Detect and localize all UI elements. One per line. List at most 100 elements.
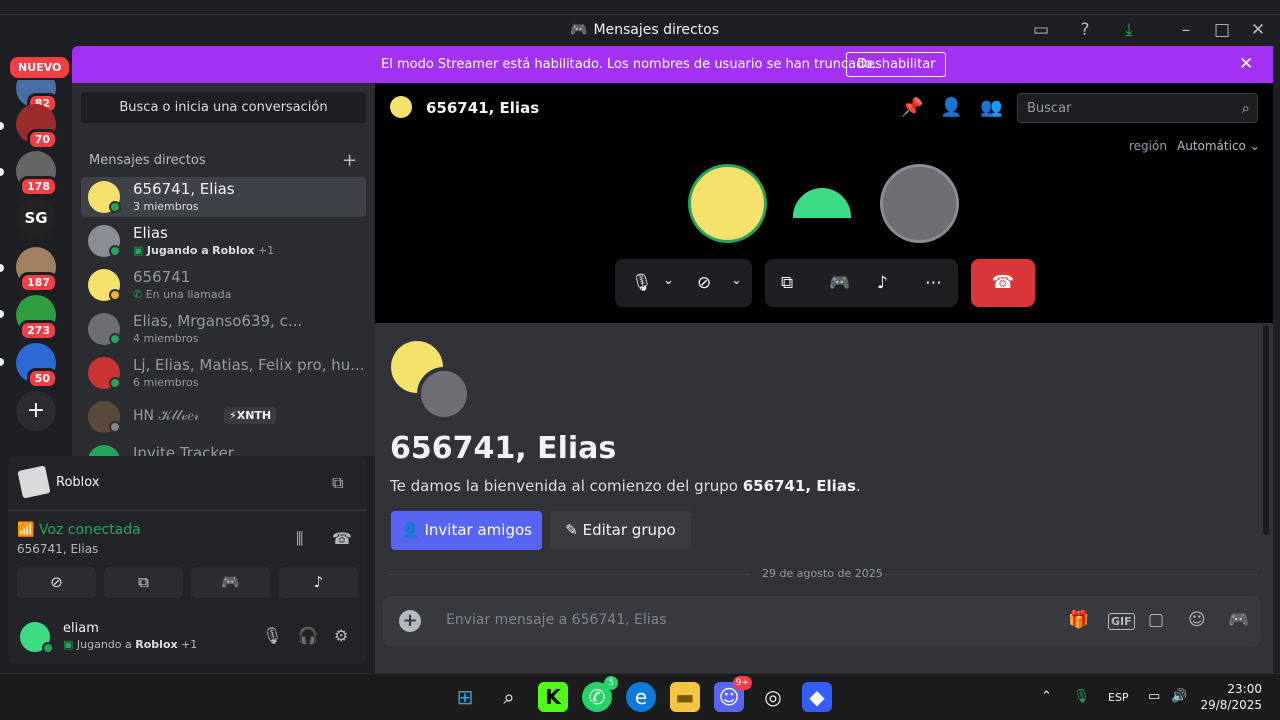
noise-suppression-icon[interactable]: ⫼: [296, 529, 303, 549]
unread-pill: [0, 168, 4, 176]
edit-group-button[interactable]: ✎ Editar grupo: [550, 511, 691, 550]
file-explorer-icon[interactable]: ▬: [670, 682, 700, 712]
dm-header: Mensajes directos: [89, 153, 206, 168]
signal-icon: 📶: [17, 522, 39, 538]
avatar: [88, 445, 120, 456]
online-status-icon: [109, 245, 121, 257]
server-icon[interactable]: 187: [16, 247, 58, 293]
close-window-icon[interactable]: ✕: [1247, 20, 1269, 42]
dm-item[interactable]: Lj, Elias, Matias, Felix pro, hu... 6 mi…: [81, 353, 366, 393]
volume-icon[interactable]: 🔊: [1171, 689, 1187, 704]
screen-record-icon[interactable]: ▭: [1030, 20, 1052, 42]
microphone-icon[interactable]: 🎙: [262, 626, 282, 645]
share-screen-icon[interactable]: ⧉: [781, 273, 793, 293]
server-icon[interactable]: 70: [16, 104, 58, 150]
group-avatar: [417, 367, 471, 421]
region-label: región: [1129, 139, 1167, 153]
voice-status[interactable]: 📶 Voz conectada: [17, 522, 141, 538]
camera-off-icon[interactable]: ⊘: [697, 273, 711, 293]
emoji-icon[interactable]: ☺: [1188, 610, 1206, 630]
obs-icon[interactable]: ◎: [758, 682, 788, 712]
members-icon[interactable]: 👥: [980, 97, 1002, 118]
add-server-icon[interactable]: +: [16, 391, 56, 431]
find-conversation-button[interactable]: Busca o inicia una conversación: [81, 92, 366, 123]
share-screen-button[interactable]: ⧉: [104, 567, 183, 598]
minimize-icon[interactable]: –: [1175, 20, 1197, 42]
whatsapp-icon[interactable]: ✆ 5: [582, 676, 618, 712]
roblox-icon[interactable]: ◆: [802, 682, 832, 712]
add-friends-icon[interactable]: 👤: [940, 97, 962, 118]
participant-avatar[interactable]: [785, 164, 864, 243]
language-indicator[interactable]: ESP: [1108, 691, 1129, 704]
participant-avatar[interactable]: [880, 164, 959, 243]
server-icon[interactable]: SG: [16, 198, 56, 238]
message-composer: + Enviar mensaje a 656741, Elias 🎁 GIF ▢…: [383, 596, 1261, 646]
activity-icon[interactable]: 🎮: [1228, 610, 1249, 630]
help-icon[interactable]: ?: [1074, 20, 1096, 42]
dm-item[interactable]: 656741, Elias 3 miembros: [81, 177, 366, 217]
sticker-icon[interactable]: ▢: [1148, 610, 1164, 630]
kick-icon[interactable]: K: [538, 682, 568, 712]
gif-icon[interactable]: GIF: [1108, 613, 1135, 630]
roblox-icon: [17, 465, 51, 499]
welcome-text: Te damos la bienvenida al comienzo del g…: [390, 477, 861, 495]
chevron-down-icon[interactable]: ⌄: [731, 273, 742, 288]
microphone-icon[interactable]: 🎙: [1073, 689, 1090, 704]
activity-icon[interactable]: 🎮: [829, 273, 850, 293]
soundboard-icon[interactable]: ♪: [877, 273, 888, 293]
dm-item[interactable]: Elias, Mrganso639, c... 4 miembros: [81, 309, 366, 349]
banner-message: El modo Streamer está habilitado. Los no…: [381, 57, 877, 72]
invite-friends-button[interactable]: 👤 Invitar amigos: [391, 511, 542, 550]
user-activity: ▣ Jugando a Roblox +1: [63, 638, 198, 651]
search-icon: ⌕: [1241, 99, 1250, 117]
activity-button[interactable]: 🎮: [191, 567, 270, 598]
game-icon: ▣: [133, 244, 147, 257]
chevron-up-icon[interactable]: ⌃: [1041, 689, 1052, 704]
online-status-icon: [109, 333, 121, 345]
server-icon[interactable]: 178: [16, 151, 58, 197]
camera-off-button[interactable]: ⊘: [17, 567, 96, 598]
network-icon[interactable]: ▭: [1148, 689, 1160, 704]
hang-up-button[interactable]: ☎: [971, 259, 1035, 307]
call-area: 656741, Elias 📌 👤 👥 Buscar ⌕ región Auto…: [375, 83, 1273, 323]
dm-item[interactable]: Elias ▣ Jugando a Roblox +1: [81, 221, 366, 261]
disable-streamer-button[interactable]: Deshabilitar: [846, 52, 947, 77]
banner-close-icon[interactable]: ✕: [1239, 54, 1253, 74]
message-input[interactable]: Enviar mensaje a 656741, Elias: [446, 612, 667, 628]
online-status-icon: [42, 642, 54, 654]
edge-icon[interactable]: e: [626, 682, 656, 712]
unread-pill: [0, 310, 4, 318]
create-dm-icon[interactable]: +: [342, 150, 357, 171]
server-icon[interactable]: 50: [16, 343, 58, 389]
upload-icon[interactable]: +: [399, 610, 421, 632]
stream-game-icon[interactable]: ⧉: [332, 473, 343, 493]
microphone-icon[interactable]: 🎙: [631, 273, 653, 293]
server-icon[interactable]: 273: [16, 295, 58, 341]
clock[interactable]: 23:00 29/8/2025: [1200, 681, 1262, 713]
disconnect-icon[interactable]: ☎: [332, 529, 352, 548]
region-select[interactable]: Automático ⌄: [1177, 139, 1260, 153]
title-bar: 🎮 Mensajes directos ▭ ? ⤓ – □ ✕: [0, 14, 1280, 46]
chevron-down-icon[interactable]: ⌄: [663, 273, 674, 288]
dm-item[interactable]: 656741 ✆ En una llamada: [81, 265, 366, 305]
windows-start-icon[interactable]: ⊞: [450, 682, 480, 712]
headphones-icon[interactable]: 🎧: [298, 626, 318, 645]
activity-panel: Roblox ⧉: [8, 456, 367, 511]
window-title: 🎮 Mensajes directos: [570, 22, 720, 38]
clan-tag: ⚡XNTH: [224, 407, 277, 424]
search-input[interactable]: Buscar ⌕: [1017, 93, 1258, 123]
discord-icon[interactable]: ☺ 9+: [714, 676, 752, 712]
search-icon[interactable]: ⌕: [494, 682, 524, 712]
download-icon[interactable]: ⤓: [1118, 20, 1140, 42]
more-icon[interactable]: ⋯: [925, 273, 942, 293]
unread-pill: [0, 358, 4, 366]
soundboard-button[interactable]: ♪: [279, 567, 358, 598]
dm-item[interactable]: HN 𝒦𝓁𝓁𝓋𝑒𝓇 ⚡XNTH: [81, 397, 366, 437]
gift-icon[interactable]: 🎁: [1068, 610, 1089, 630]
participant-avatar[interactable]: [688, 164, 767, 243]
scrollbar[interactable]: [1263, 325, 1269, 535]
pin-icon[interactable]: 📌: [901, 97, 923, 118]
settings-icon[interactable]: ⚙: [334, 626, 348, 645]
dm-item[interactable]: Invite Tracker: [81, 441, 366, 456]
maximize-icon[interactable]: □: [1211, 20, 1233, 42]
